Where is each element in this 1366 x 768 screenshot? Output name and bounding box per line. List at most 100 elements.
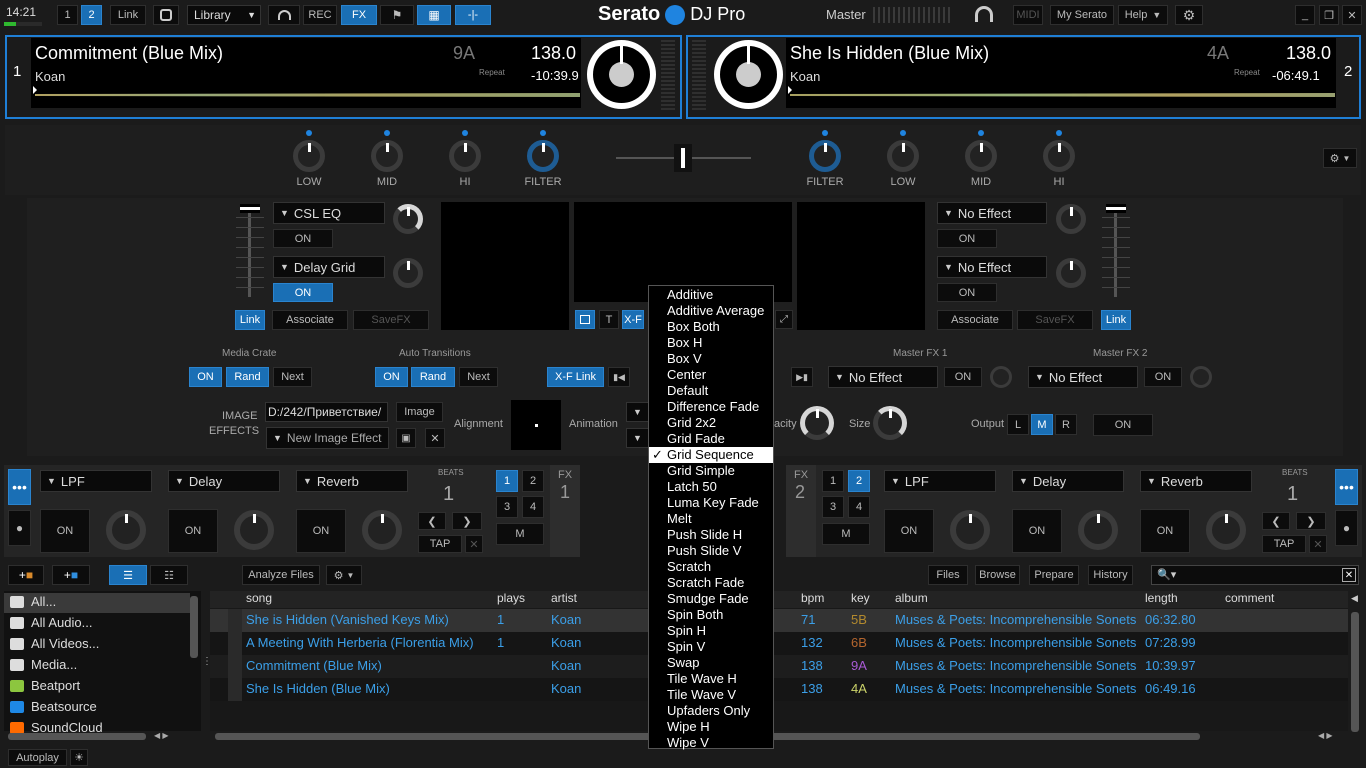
menu-item[interactable]: Grid Fade <box>649 431 773 447</box>
low-knob-right[interactable] <box>887 140 919 172</box>
video-fx-4-knob[interactable] <box>1056 258 1086 288</box>
skip-forward-button[interactable]: ▶▮ <box>791 367 813 387</box>
menu-item[interactable]: Grid Simple <box>649 463 773 479</box>
files-button[interactable]: Files <box>928 565 968 585</box>
master-fx-2-on[interactable]: ON <box>1144 367 1182 387</box>
help-button[interactable]: Help ▼ <box>1118 5 1168 25</box>
mixer-settings-button[interactable]: ⚙ ▼ <box>1323 148 1357 168</box>
menu-item[interactable]: Box Both <box>649 319 773 335</box>
fx-right-deck-2[interactable]: 2 <box>848 470 870 492</box>
master-fx-2-knob[interactable] <box>1190 366 1212 388</box>
video-button[interactable]: ▦ <box>417 5 451 25</box>
menu-item[interactable]: Tile Wave H <box>649 671 773 687</box>
tap-clear-button[interactable]: ✕ <box>465 535 483 553</box>
video-fx-4-on[interactable]: ON <box>937 283 997 302</box>
new-image-effect-dropdown[interactable]: ▼ New Image Effect <box>266 427 389 449</box>
size-knob[interactable] <box>873 406 907 440</box>
beats-decrease[interactable]: ❮ <box>1262 512 1290 530</box>
tap-button[interactable]: TAP <box>418 535 462 553</box>
headphones-icon[interactable] <box>975 6 993 22</box>
fx-left-unit-3-on[interactable]: ON <box>296 509 346 553</box>
column-header-album[interactable]: album <box>895 591 928 605</box>
fx-right-unit-3-on[interactable]: ON <box>1140 509 1190 553</box>
sidebar-item[interactable]: Beatport <box>10 678 80 693</box>
analyze-files-button[interactable]: Analyze Files <box>242 565 320 585</box>
savefx-button-left[interactable]: SaveFX <box>353 310 429 330</box>
menu-item[interactable]: Difference Fade <box>649 399 773 415</box>
video-fx-1-knob[interactable] <box>393 204 423 234</box>
media-crate-on[interactable]: ON <box>189 367 222 387</box>
sidebar-item[interactable]: All Videos... <box>10 636 99 651</box>
browse-button[interactable]: Browse <box>975 565 1020 585</box>
fx-left-deck-4[interactable]: 4 <box>522 496 544 518</box>
fx-right-deck-1[interactable]: 1 <box>822 470 844 492</box>
video-fx-1-on[interactable]: ON <box>273 229 333 248</box>
menu-item[interactable]: Additive <box>649 287 773 303</box>
midi-button[interactable]: MIDI <box>1013 5 1043 25</box>
low-knob-left[interactable] <box>293 140 325 172</box>
column-header-song[interactable]: song <box>246 591 272 605</box>
menu-item[interactable]: Box V <box>649 351 773 367</box>
close-button[interactable]: ✕ <box>1342 5 1362 25</box>
fx-left-unit-1[interactable]: ▼ LPF <box>40 470 152 492</box>
hi-knob-right[interactable] <box>1043 140 1075 172</box>
autoplay-button[interactable]: Autoplay <box>8 749 67 766</box>
fx-right-unit-2-on[interactable]: ON <box>1012 509 1062 553</box>
mid-knob-left[interactable] <box>371 140 403 172</box>
fullscreen-button[interactable]: ⤢ <box>775 310 793 329</box>
xf-toggle-button[interactable]: X-F <box>622 310 644 329</box>
scroll-left-icon[interactable]: ◀ ▶ <box>154 731 169 740</box>
headphones-button[interactable] <box>268 5 300 25</box>
menu-item[interactable]: Spin Both <box>649 607 773 623</box>
menu-item[interactable]: Push Slide V <box>649 543 773 559</box>
column-header-key[interactable]: key <box>851 591 870 605</box>
my-serato-button[interactable]: My Serato <box>1050 5 1114 25</box>
output-master[interactable]: M <box>1031 414 1053 435</box>
virtual-platter[interactable] <box>714 40 783 109</box>
fx-button[interactable]: FX <box>341 5 377 25</box>
delete-image-effect-button[interactable]: ✕ <box>425 428 445 448</box>
fx-right-unit-2-knob[interactable] <box>1078 510 1118 550</box>
associate-button-left[interactable]: Associate <box>272 310 348 330</box>
link-button[interactable]: Link <box>110 5 146 25</box>
master-fx-1-dropdown[interactable]: ▼ No Effect <box>828 366 938 388</box>
savefx-button-right[interactable]: SaveFX <box>1017 310 1093 330</box>
menu-item[interactable]: Spin H <box>649 623 773 639</box>
menu-item[interactable]: Melt <box>649 511 773 527</box>
tap-clear-button[interactable]: ✕ <box>1309 535 1327 553</box>
clear-search-button[interactable]: ✕ <box>1342 568 1356 582</box>
fx-left-unit-3-knob[interactable] <box>362 510 402 550</box>
video-link-right[interactable]: Link <box>1101 310 1131 330</box>
menu-item[interactable]: Default <box>649 383 773 399</box>
fx-left-unit-1-on[interactable]: ON <box>40 509 90 553</box>
record-view-button[interactable] <box>153 5 179 25</box>
fx-left-mode-button[interactable]: ● <box>8 510 31 546</box>
filter-knob-left[interactable] <box>527 140 559 172</box>
menu-item[interactable]: Additive Average <box>649 303 773 319</box>
menu-item[interactable]: ✓ Grid Sequence <box>649 447 773 463</box>
scroll-left-icon[interactable]: ◀ ▶ <box>1318 731 1333 740</box>
video-fx-3-knob[interactable] <box>1056 204 1086 234</box>
menu-item[interactable]: Scratch Fade <box>649 575 773 591</box>
crossfader-button[interactable]: -|- <box>455 5 491 25</box>
video-link-left[interactable]: Link <box>235 310 265 330</box>
table-row[interactable]: She is Hidden (Vanished Keys Mix) 1 Koan 71… <box>210 609 1348 632</box>
video-fader-right-handle[interactable] <box>1106 204 1126 213</box>
fx-left-deck-3[interactable]: 3 <box>496 496 518 518</box>
video-fader-left-handle[interactable] <box>240 204 260 213</box>
prepare-button[interactable]: Prepare <box>1029 565 1079 585</box>
deck-1-button[interactable]: 1 <box>57 5 78 25</box>
menu-item[interactable]: Push Slide H <box>649 527 773 543</box>
menu-item[interactable]: Wipe V <box>649 735 773 751</box>
settings-button[interactable]: ⚙ <box>1175 5 1203 25</box>
fx-left-unit-3[interactable]: ▼ Reverb <box>296 470 408 492</box>
auto-transitions-next[interactable]: Next <box>459 367 498 387</box>
menu-item[interactable]: Swap <box>649 655 773 671</box>
menu-item[interactable]: Center <box>649 367 773 383</box>
column-header-bpm[interactable]: bpm <box>801 591 824 605</box>
fx-left-deck-2[interactable]: 2 <box>522 470 544 492</box>
minimize-button[interactable]: _ <box>1295 5 1315 25</box>
hi-knob-left[interactable] <box>449 140 481 172</box>
xf-link-button[interactable]: X-F Link <box>547 367 604 387</box>
table-row[interactable]: Commitment (Blue Mix) Koan 138 9A Muses & Po… <box>210 655 1348 678</box>
